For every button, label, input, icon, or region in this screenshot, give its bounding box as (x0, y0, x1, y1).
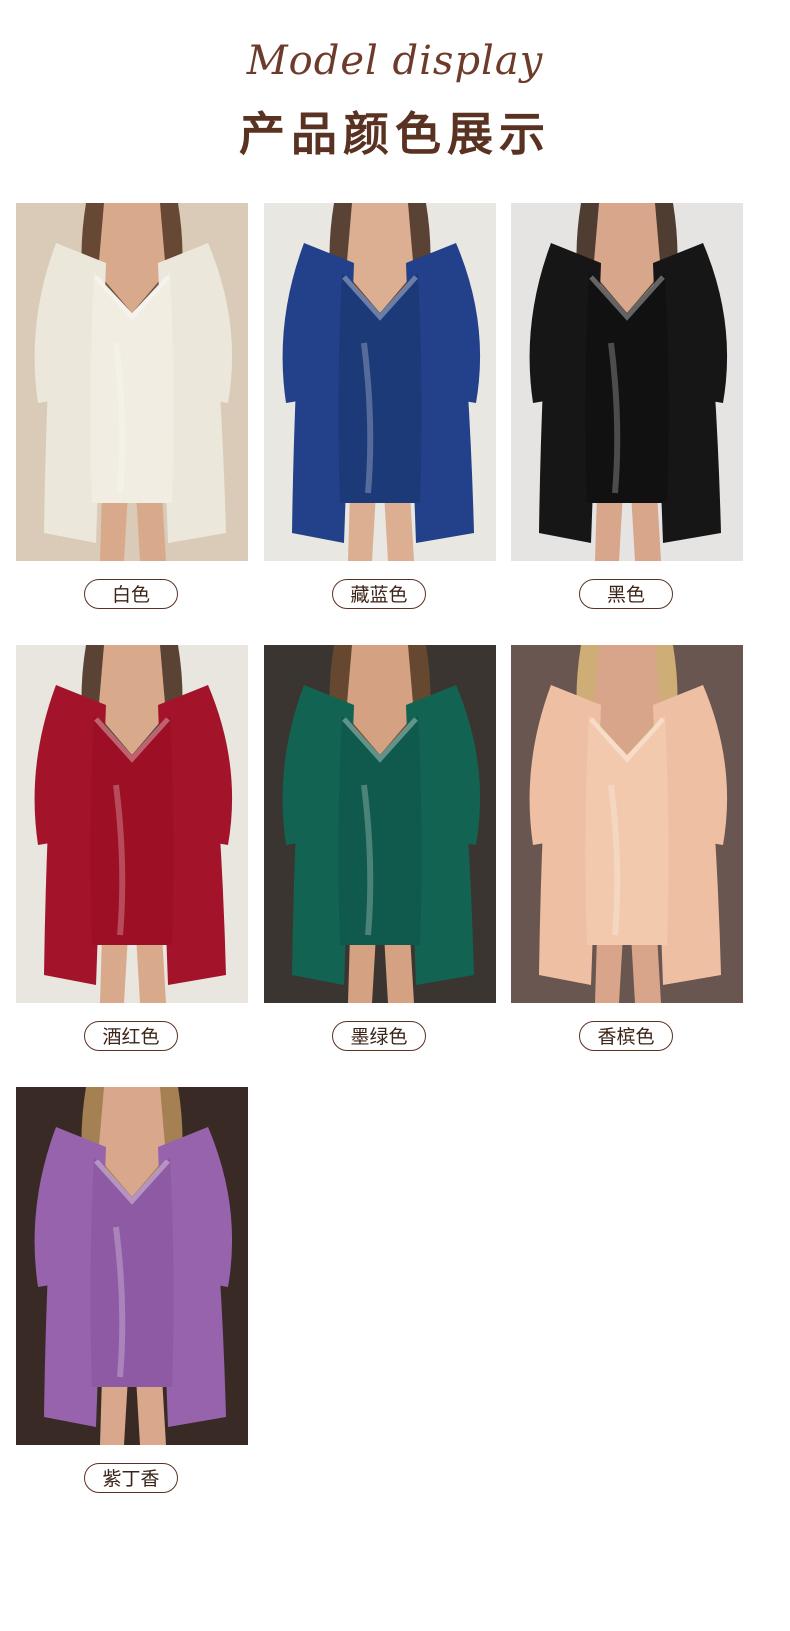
leg-right (631, 935, 661, 1003)
color-label[interactable]: 酒红色 (84, 1021, 178, 1051)
leg-right (136, 1377, 166, 1445)
color-label[interactable]: 藏蓝色 (332, 579, 426, 609)
leg-right (384, 935, 414, 1003)
product-photo[interactable] (511, 645, 743, 1003)
product-photo[interactable] (16, 203, 248, 561)
leg-right (136, 935, 166, 1003)
color-label[interactable]: 紫丁香 (84, 1463, 178, 1493)
photo-illustration (16, 645, 248, 1003)
color-label[interactable]: 墨绿色 (332, 1021, 426, 1051)
script-title: Model display (246, 38, 544, 84)
page-title: 产品颜色展示 (239, 107, 551, 161)
leg-left (595, 493, 623, 561)
color-label[interactable]: 香槟色 (579, 1021, 673, 1051)
leg-right (136, 493, 166, 561)
photo-illustration (16, 203, 248, 561)
color-label[interactable]: 黑色 (579, 579, 673, 609)
leg-left (100, 493, 128, 561)
leg-left (100, 935, 128, 1003)
leg-right (631, 493, 661, 561)
page-header: Model display 产品颜色展示 (0, 0, 790, 170)
product-photo[interactable] (264, 203, 496, 561)
product-photo[interactable] (264, 645, 496, 1003)
photo-illustration (511, 645, 743, 1003)
leg-left (348, 493, 376, 561)
product-photo[interactable] (16, 1087, 248, 1445)
leg-right (384, 493, 414, 561)
leg-left (348, 935, 376, 1003)
product-photo[interactable] (511, 203, 743, 561)
photo-illustration (264, 645, 496, 1003)
product-photo[interactable] (16, 645, 248, 1003)
photo-illustration (511, 203, 743, 561)
photo-illustration (16, 1087, 248, 1445)
color-label[interactable]: 白色 (84, 579, 178, 609)
leg-left (595, 935, 623, 1003)
photo-illustration (264, 203, 496, 561)
leg-left (100, 1377, 128, 1445)
